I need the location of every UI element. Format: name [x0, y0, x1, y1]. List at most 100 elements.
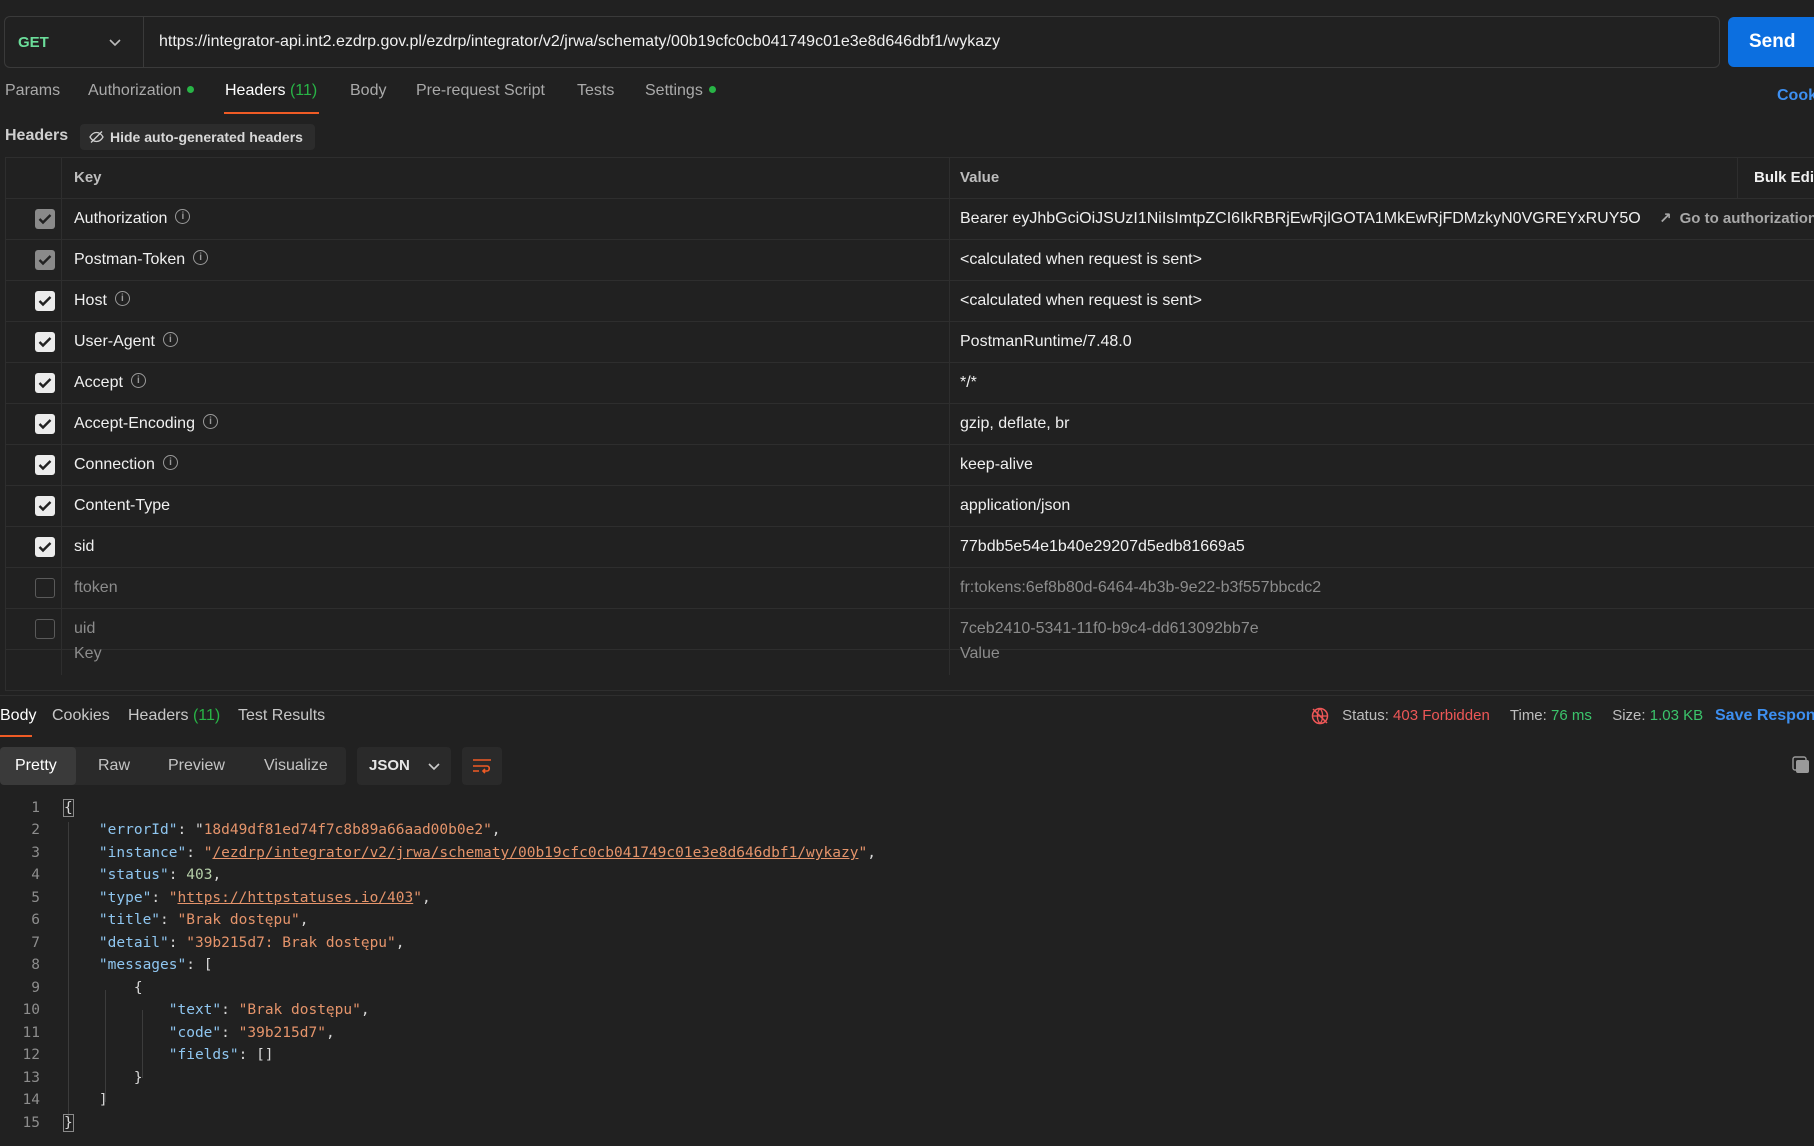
raw-button[interactable]: Raw [98, 747, 130, 785]
line-number: 6 [31, 912, 40, 928]
info-icon[interactable]: i [162, 455, 178, 471]
tab-params[interactable]: Params [5, 82, 60, 112]
hide-auto-generated-headers-label: Hide auto-generated headers [110, 129, 303, 145]
new-key-input[interactable]: Key [62, 634, 950, 675]
globe-error-icon[interactable] [1310, 706, 1330, 726]
json-type-link[interactable]: https://httpstatuses.io/403 [178, 890, 414, 906]
info-icon[interactable]: i [175, 209, 191, 225]
info-icon[interactable]: i [202, 414, 218, 430]
key-column-header: Key [62, 158, 950, 198]
header-value[interactable]: PostmanRuntime/7.48.0 [950, 322, 1814, 362]
header-value[interactable]: */* [950, 363, 1814, 403]
header-key-text: User-Agent [74, 333, 155, 350]
header-enabled-checkbox[interactable] [35, 209, 55, 229]
wrap-lines-button[interactable] [462, 747, 502, 785]
header-value-text: <calculated when request is sent> [960, 292, 1202, 309]
code-line: "text": "Brak dostępu", [168, 1002, 370, 1018]
header-key[interactable]: Authorization i [62, 199, 950, 239]
chevron-down-icon [109, 39, 121, 47]
header-value[interactable]: 77bdb5e54e1b40e29207d5edb81669a5 [950, 527, 1814, 567]
response-tab-headers-label: Headers [128, 707, 189, 724]
header-value[interactable]: <calculated when request is sent> [950, 281, 1814, 321]
code-line: "messages": [ [98, 957, 213, 973]
tab-authorization[interactable]: Authorization [88, 82, 195, 112]
header-value[interactable]: application/json [950, 486, 1814, 526]
header-value-text: <calculated when request is sent> [960, 251, 1202, 268]
header-enabled-checkbox[interactable] [35, 332, 55, 352]
table-row: Connection i keep-alive [6, 445, 1814, 486]
code-line: { [133, 980, 143, 996]
header-key[interactable]: Accept i [62, 363, 950, 403]
code-line: "type": "https://httpstatuses.io/403", [98, 890, 431, 906]
header-key[interactable]: Accept-Encoding i [62, 404, 950, 444]
json-instance-link[interactable]: /ezdrp/integrator/v2/jrwa/schematy/00b19… [212, 845, 858, 861]
copy-icon[interactable] [1791, 755, 1811, 780]
pretty-button[interactable]: Pretty [15, 747, 57, 785]
tab-tests[interactable]: Tests [577, 82, 614, 112]
row-checkbox-cell [6, 199, 62, 239]
language-select[interactable]: JSON [357, 747, 451, 785]
header-enabled-checkbox[interactable] [35, 496, 55, 516]
response-meta: Status: 403 Forbidden Time: 76 ms Size: … [1310, 706, 1703, 726]
cookies-link[interactable]: Cook [1777, 87, 1814, 105]
code-line: "code": "39b215d7", [168, 1025, 335, 1041]
url-input[interactable]: https://integrator-api.int2.ezdrp.gov.pl… [159, 17, 1000, 67]
tab-body[interactable]: Body [350, 82, 386, 112]
response-tab-headers[interactable]: Headers (11) [128, 707, 220, 725]
header-value[interactable]: <calculated when request is sent> [950, 240, 1814, 280]
header-key[interactable]: Postman-Token i [62, 240, 950, 280]
check-icon [38, 255, 52, 266]
header-enabled-checkbox[interactable] [35, 578, 55, 598]
save-response-button[interactable]: Save Respons [1715, 707, 1814, 725]
header-enabled-checkbox[interactable] [35, 537, 55, 557]
response-tab-cookies[interactable]: Cookies [52, 707, 110, 725]
status-value[interactable]: 403 Forbidden [1393, 707, 1490, 724]
send-button[interactable]: Send [1728, 17, 1814, 67]
header-enabled-checkbox[interactable] [35, 291, 55, 311]
status-label: Status: [1342, 706, 1389, 724]
new-value-input[interactable]: Value [950, 634, 1814, 675]
hide-auto-generated-headers-button[interactable]: Hide auto-generated headers [80, 124, 315, 150]
headers-table: Key Value Bulk Edit Authorization i Bearer… [5, 157, 1814, 691]
response-tab-test-results[interactable]: Test Results [238, 707, 325, 725]
header-enabled-checkbox[interactable] [35, 250, 55, 270]
code-line: } [63, 1114, 74, 1132]
go-to-authorization-link[interactable]: ↗ Go to authorization [1659, 199, 1814, 239]
code-line: "detail": "39b215d7: Brak dostępu", [98, 935, 405, 951]
header-value[interactable]: keep-alive [950, 445, 1814, 485]
time-value[interactable]: 76 ms [1551, 707, 1592, 724]
info-icon[interactable]: i [193, 250, 209, 266]
table-row: Accept i */* [6, 363, 1814, 404]
header-enabled-checkbox[interactable] [35, 455, 55, 475]
info-icon[interactable]: i [114, 291, 130, 307]
size-value[interactable]: 1.03 KB [1650, 707, 1703, 724]
info-icon[interactable]: i [130, 373, 146, 389]
response-tab-body[interactable]: Body [0, 707, 36, 725]
table-row: Accept-Encoding i gzip, deflate, br [6, 404, 1814, 445]
chevron-down-icon [428, 763, 440, 771]
method-select[interactable]: GET [5, 17, 144, 67]
tab-prerequest-script[interactable]: Pre-request Script [416, 82, 545, 112]
tab-headers[interactable]: Headers (11) [225, 82, 317, 112]
header-key[interactable]: User-Agent i [62, 322, 950, 362]
row-checkbox-cell [6, 486, 62, 526]
header-key[interactable]: Host i [62, 281, 950, 321]
visualize-button[interactable]: Visualize [264, 747, 328, 785]
header-enabled-checkbox[interactable] [35, 414, 55, 434]
preview-button[interactable]: Preview [168, 747, 225, 785]
header-key[interactable]: Content-Type [62, 486, 950, 526]
header-key[interactable]: sid [62, 527, 950, 567]
tab-headers-label: Headers [225, 82, 286, 99]
header-key[interactable]: ftoken [62, 568, 950, 608]
header-key[interactable]: Connection i [62, 445, 950, 485]
tab-settings[interactable]: Settings [645, 82, 716, 112]
header-value[interactable]: gzip, deflate, br [950, 404, 1814, 444]
header-enabled-checkbox[interactable] [35, 373, 55, 393]
bulk-edit-button[interactable]: Bulk Edit [1737, 158, 1814, 198]
code-line: "fields": [] [168, 1047, 274, 1063]
info-icon[interactable]: i [162, 332, 178, 348]
header-value[interactable]: fr:tokens:6ef8b80d-6464-4b3b-9e22-b3f557… [950, 568, 1814, 608]
line-number: 2 [31, 822, 40, 838]
check-icon [38, 542, 52, 553]
header-value-text: gzip, deflate, br [960, 415, 1070, 432]
